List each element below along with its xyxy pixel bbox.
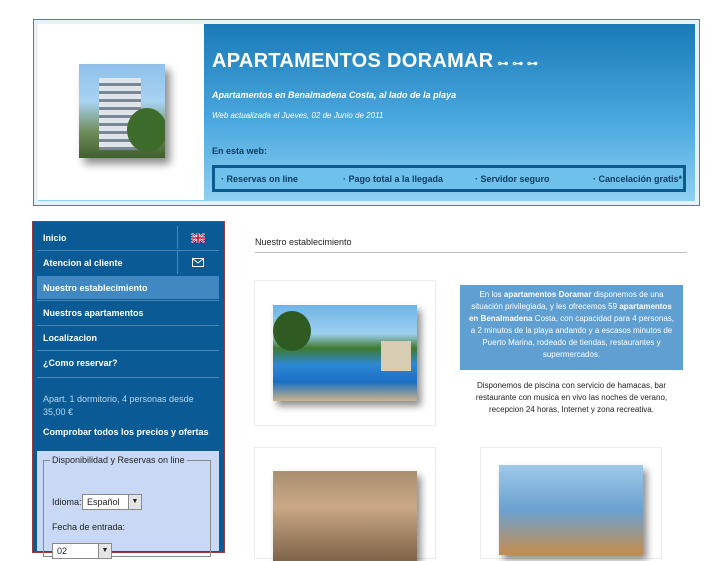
feature-label: Pago total a la llegada bbox=[348, 174, 444, 184]
feature-label: Cancelación gratis* bbox=[598, 174, 683, 184]
pool-photo-frame bbox=[255, 281, 435, 425]
nav-atencion[interactable]: Atencion al cliente bbox=[37, 251, 177, 274]
feature-label: Servidor seguro bbox=[480, 174, 550, 184]
chevron-down-icon[interactable]: ▼ bbox=[128, 495, 141, 509]
check-prices-link[interactable]: Comprobar todos los precios y ofertas bbox=[43, 427, 209, 437]
language-value: Español bbox=[87, 497, 120, 507]
booking-legend: Disponibilidad y Reservas on line bbox=[52, 455, 185, 465]
header-banner: APARTAMENTOS DORAMAR ⊶ ⊶ ⊶ Apartamentos e… bbox=[38, 24, 695, 201]
pool-photo[interactable] bbox=[273, 305, 417, 401]
site-subtitle: Apartamentos en Benalmadena Costa, al la… bbox=[212, 90, 457, 100]
site-title-text: APARTAMENTOS DORAMAR bbox=[212, 50, 494, 72]
description-text: En los bbox=[479, 290, 502, 299]
feature-servidor: · Servidor seguro bbox=[475, 174, 550, 184]
restaurant-photo-frame bbox=[481, 448, 661, 558]
day-select[interactable]: 02 ▼ bbox=[52, 543, 112, 559]
lobby-photo[interactable] bbox=[273, 471, 417, 561]
nav-localizacion[interactable]: Localizacion bbox=[37, 326, 219, 349]
feature-label: Reservas on line bbox=[226, 174, 299, 184]
chevron-down-icon[interactable]: ▼ bbox=[98, 544, 111, 558]
nav-como-reservar[interactable]: ¿Como reservar? bbox=[37, 351, 219, 374]
language-label: Idioma: bbox=[52, 497, 82, 507]
nav-apartamentos[interactable]: Nuestros apartamentos bbox=[37, 301, 219, 324]
language-select[interactable]: Español ▼ bbox=[82, 494, 142, 510]
description-box: En los apartamentos Doramar disponemos d… bbox=[460, 285, 683, 370]
apartment-price-text: Apart. 1 dormitorio, 4 personas desde 35… bbox=[43, 394, 194, 417]
features-bar: · Reservas on line · Pago total a la lle… bbox=[212, 165, 686, 192]
title-divider bbox=[255, 252, 687, 253]
date-label: Fecha de entrada: bbox=[52, 522, 126, 532]
uk-flag-icon[interactable] bbox=[177, 226, 218, 249]
lobby-photo-frame bbox=[255, 448, 435, 561]
palm-tree bbox=[273, 311, 311, 351]
sidebar: Inicio Atencion al cliente Nuestro estab… bbox=[32, 221, 225, 559]
nav-inicio[interactable]: Inicio bbox=[37, 226, 177, 249]
flags-icon: ⊶ ⊶ ⊶ bbox=[497, 58, 539, 70]
nav-divider bbox=[37, 377, 219, 378]
logo-box bbox=[38, 24, 204, 200]
building-tree bbox=[127, 108, 165, 152]
feature-reservas: · Reservas on line bbox=[221, 174, 299, 184]
feature-cancelacion: · Cancelación gratis* bbox=[593, 174, 683, 184]
booking-fieldset: Disponibilidad y Reservas on line Idioma… bbox=[43, 455, 211, 559]
pool-terrace bbox=[381, 341, 411, 371]
site-title: APARTAMENTOS DORAMAR ⊶ ⊶ ⊶ bbox=[212, 50, 538, 73]
day-value: 02 bbox=[57, 546, 68, 556]
page-title: Nuestro establecimiento bbox=[255, 237, 352, 247]
mail-icon[interactable] bbox=[177, 251, 218, 274]
update-date: Web actualizada el Jueves, 02 de Junio d… bbox=[212, 111, 384, 120]
site-header: APARTAMENTOS DORAMAR ⊶ ⊶ ⊶ Apartamentos e… bbox=[33, 19, 700, 206]
section-label: En esta web: bbox=[212, 146, 268, 156]
restaurant-photo[interactable] bbox=[499, 465, 643, 555]
building-photo bbox=[79, 64, 165, 158]
nav-establecimiento[interactable]: Nuestro establecimiento bbox=[37, 276, 219, 299]
booking-panel: Disponibilidad y Reservas on line Idioma… bbox=[37, 451, 219, 559]
feature-pago: · Pago total a la llegada bbox=[343, 174, 444, 184]
facilities-text: Disponemos de piscina con servicio de ha… bbox=[475, 381, 668, 414]
description-highlight: apartamentos Doramar bbox=[503, 290, 592, 299]
